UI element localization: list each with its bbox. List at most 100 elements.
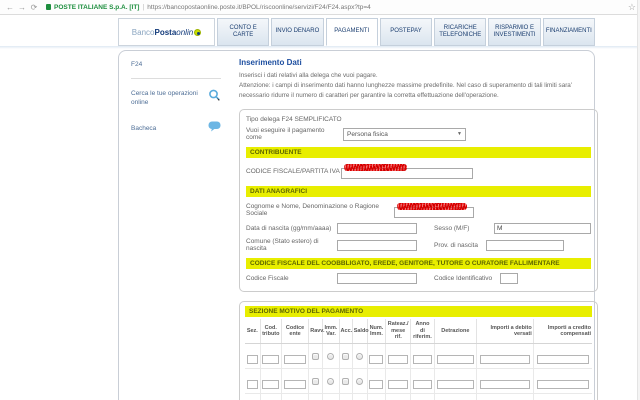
tipo-delega-label: Tipo delega F24 SEMPLIFICATO xyxy=(246,116,342,124)
section-motivo-pagamento: SEZIONE MOTIVO DEL PAGAMENTO xyxy=(245,306,592,318)
bookmark-star-icon[interactable]: ☆ xyxy=(628,2,636,13)
section-contribuente: CONTRIBUENTE xyxy=(246,147,591,159)
num-imm-input[interactable] xyxy=(369,379,384,389)
main-nav: CONTO E CARTE INVIO DENARO PAGAMENTI POS… xyxy=(217,18,595,46)
rateaz-input[interactable] xyxy=(387,354,409,364)
col-imm-var: Imm. Var. xyxy=(322,319,340,345)
detrazione-input[interactable] xyxy=(437,354,474,364)
ravv-checkbox[interactable] xyxy=(312,378,320,386)
delega-form-box: Tipo delega F24 SEMPLIFICATO Vuoi esegui… xyxy=(239,109,598,293)
col-num-imm: Num. Imm. xyxy=(367,319,387,345)
acc-checkbox[interactable] xyxy=(342,353,350,361)
table-row xyxy=(245,393,592,400)
forward-icon[interactable]: → xyxy=(16,3,28,12)
logo-posta: Posta xyxy=(154,27,177,37)
search-icon xyxy=(208,89,221,107)
codice-identificativo-input[interactable] xyxy=(500,273,518,285)
persona-select[interactable]: Persona fisica ▼ xyxy=(343,127,466,141)
anno-riferim-input[interactable] xyxy=(413,354,432,364)
tab-ricariche-telefoniche[interactable]: RICARICHE TELEFONICHE xyxy=(434,18,487,46)
importi-debito-input[interactable] xyxy=(480,354,530,364)
page-title: Inserimento Dati xyxy=(239,58,302,67)
codice-fiscale-label: Codice Fiscale xyxy=(246,275,289,283)
sidebar-divider xyxy=(131,78,221,79)
tab-risparmio-investimenti[interactable]: RISPARMIO E INVESTIMENTI xyxy=(488,18,541,46)
content-area: Inserimento Dati Inserisci i dati relati… xyxy=(231,51,608,400)
app-header: Banco Posta onlin CONTO E CARTE INVIO DENA… xyxy=(118,18,595,46)
logo-online: onlin xyxy=(176,27,194,37)
rateaz-input[interactable] xyxy=(387,379,409,389)
bacheca-label: Bacheca xyxy=(131,124,157,132)
table-header-row: Sez. Cod. tributo Codice ente Ravv. Imm.… xyxy=(245,319,592,345)
redacted-value xyxy=(397,203,467,211)
sez-input[interactable] xyxy=(246,379,259,389)
codice-ente-input[interactable] xyxy=(283,379,307,389)
refresh-icon[interactable]: ⟳ xyxy=(28,3,40,12)
detrazione-input[interactable] xyxy=(437,379,474,389)
sidebar-item-f24[interactable]: F24 xyxy=(131,61,221,68)
back-icon[interactable]: ← xyxy=(4,3,16,12)
cod-tributo-input[interactable] xyxy=(262,354,280,364)
imm-var-radio[interactable] xyxy=(327,378,335,386)
cognome-label: Cognome e Nome, Denominazione o Ragione … xyxy=(246,203,379,218)
table-row xyxy=(245,368,592,395)
tab-postepay[interactable]: POSTEPAY xyxy=(379,18,433,46)
prov-nascita-label: Prov. di nascita xyxy=(434,241,478,249)
prov-nascita-input[interactable] xyxy=(486,239,564,251)
tab-invio-denaro[interactable]: INVIO DENARO xyxy=(271,18,324,46)
col-anno-riferim: Anno di riferim. xyxy=(410,319,435,345)
saldo-radio[interactable] xyxy=(356,378,364,386)
cod-tributo-input[interactable] xyxy=(262,379,280,389)
codice-identificativo-label: Codice Identificativo xyxy=(434,275,493,283)
col-rateaz: Rateaz./ mese rif. xyxy=(385,319,412,345)
secure-lock-icon xyxy=(46,4,51,10)
sez-input[interactable] xyxy=(246,354,259,364)
secure-badge: POSTE ITALIANE S.p.A. [IT] xyxy=(54,3,140,11)
saldo-radio[interactable] xyxy=(356,353,364,361)
acc-checkbox[interactable] xyxy=(342,378,350,386)
sidebar: F24 Cerca le tue operazioni online Bache… xyxy=(119,51,231,400)
poste-logo-icon xyxy=(194,28,202,36)
pagamento-come-label: Vuoi eseguire il pagamento come xyxy=(246,127,325,142)
anno-riferim-input[interactable] xyxy=(413,379,432,389)
tab-conto-e-carte[interactable]: CONTO E CARTE xyxy=(217,18,270,46)
importi-credito-input[interactable] xyxy=(536,354,589,364)
address-bar[interactable]: POSTE ITALIANE S.p.A. [IT] | https://ban… xyxy=(46,4,628,11)
bancoposta-logo: Banco Posta onlin xyxy=(118,18,215,46)
codice-fiscale-input[interactable] xyxy=(337,273,417,285)
imm-var-radio[interactable] xyxy=(327,353,335,361)
url-separator: | xyxy=(142,3,145,11)
cognome-wrap xyxy=(394,201,474,219)
col-importi-debito: Importi a debito versati xyxy=(476,319,534,345)
data-nascita-label: Data di nascita (gg/mm/aaaa) xyxy=(246,225,332,233)
tab-pagamenti[interactable]: PAGAMENTI xyxy=(325,18,378,46)
sidebar-item-bacheca[interactable]: Bacheca xyxy=(131,119,221,137)
redacted-value xyxy=(344,164,407,172)
col-sez: Sez. xyxy=(245,319,261,345)
payment-table-body xyxy=(245,343,592,400)
header-divider xyxy=(0,46,640,49)
table-row xyxy=(245,343,592,370)
col-codice-ente: Codice ente xyxy=(281,319,310,345)
logo-banco: Banco xyxy=(131,27,155,37)
col-acc: Acc. xyxy=(339,319,353,345)
sesso-label: Sesso (M/F) xyxy=(434,225,470,233)
data-nascita-input[interactable] xyxy=(337,223,417,235)
importi-credito-input[interactable] xyxy=(536,379,589,389)
search-operations-label: Cerca le tue operazioni online xyxy=(131,90,198,107)
importi-debito-input[interactable] xyxy=(480,379,530,389)
ravv-checkbox[interactable] xyxy=(312,353,320,361)
num-imm-input[interactable] xyxy=(369,354,384,364)
intro-line-2: Attenzione: i campi di inserimento dati … xyxy=(239,81,573,89)
col-saldo: Saldo xyxy=(352,319,369,345)
sidebar-item-search-operations[interactable]: Cerca le tue operazioni online xyxy=(131,89,221,107)
comune-nascita-input[interactable] xyxy=(337,239,417,251)
col-detrazione: Detrazione xyxy=(434,319,478,345)
codice-fiscale-piva-label: CODICE FISCALE/PARTITA IVA xyxy=(246,167,340,175)
sesso-input[interactable] xyxy=(494,223,591,235)
tab-finanziamenti[interactable]: FINANZIAMENTI xyxy=(542,18,595,46)
comune-nascita-label: Comune (Stato estero) di nascita xyxy=(246,238,319,253)
payment-table-box: SEZIONE MOTIVO DEL PAGAMENTO Sez. Cod. t… xyxy=(239,301,598,400)
browser-toolbar: ← → ⟳ POSTE ITALIANE S.p.A. [IT] | https… xyxy=(0,0,640,15)
codice-ente-input[interactable] xyxy=(283,354,307,364)
